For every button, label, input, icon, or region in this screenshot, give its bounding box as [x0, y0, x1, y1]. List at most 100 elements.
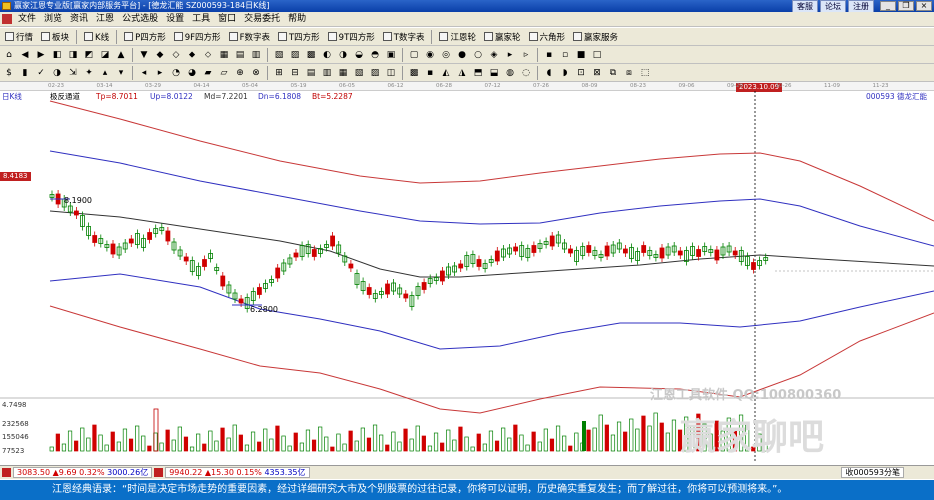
drawing-tool-icon[interactable]: ◪ [98, 48, 112, 62]
drawing-tool-icon[interactable]: ▹ [519, 48, 533, 62]
analysis-tool-icon[interactable]: ◔ [169, 66, 183, 80]
drawing-tool-icon[interactable]: ○ [471, 48, 485, 62]
minimize-button[interactable]: _ [880, 1, 896, 11]
toolbar-button[interactable]: 赢家服务 [570, 29, 621, 44]
drawing-tool-icon[interactable]: ◆ [153, 48, 167, 62]
drawing-tool-icon[interactable]: ▲ [114, 48, 128, 62]
drawing-tool-icon[interactable]: ▸ [503, 48, 517, 62]
drawing-tool-icon[interactable]: ◇ [169, 48, 183, 62]
analysis-tool-icon[interactable]: ◫ [384, 66, 398, 80]
menu-settings[interactable]: 设置 [162, 12, 188, 26]
analysis-tool-icon[interactable]: ⊞ [272, 66, 286, 80]
drawing-tool-icon[interactable]: ▫ [558, 48, 572, 62]
analysis-tool-icon[interactable]: ⇲ [66, 66, 80, 80]
analysis-tool-icon[interactable]: ⧈ [622, 66, 636, 80]
analysis-tool-icon[interactable]: ◗ [558, 66, 572, 80]
analysis-tool-icon[interactable]: ⊕ [233, 66, 247, 80]
analysis-tool-icon[interactable]: ⬚ [638, 66, 652, 80]
analysis-tool-icon[interactable]: ▱ [217, 66, 231, 80]
drawing-tool-icon[interactable]: ⬦ [201, 48, 215, 62]
analysis-tool-icon[interactable]: ▾ [114, 66, 128, 80]
analysis-tool-icon[interactable]: ◮ [455, 66, 469, 80]
analysis-tool-icon[interactable]: ▥ [320, 66, 334, 80]
drawing-tool-icon[interactable]: ◑ [336, 48, 350, 62]
sz-index-box[interactable]: 9940.22 ▲15.30 0.15% 4353.35亿 [165, 467, 310, 478]
drawing-tool-icon[interactable]: ▦ [217, 48, 231, 62]
drawing-tool-icon[interactable]: ▶ [34, 48, 48, 62]
drawing-tool-icon[interactable]: ◉ [423, 48, 437, 62]
toolbar-button[interactable]: 行情 [2, 29, 36, 44]
drawing-tool-icon[interactable]: ▪ [542, 48, 556, 62]
menu-help[interactable]: 帮助 [284, 12, 310, 26]
analysis-tool-icon[interactable]: ◂ [137, 66, 151, 80]
toolbar-button[interactable]: 赢家轮 [481, 29, 524, 44]
toolbar-button[interactable]: P四方形 [121, 29, 169, 44]
analysis-tool-icon[interactable]: ▤ [304, 66, 318, 80]
drawing-tool-icon[interactable]: ▥ [249, 48, 263, 62]
analysis-tool-icon[interactable]: ⬓ [487, 66, 501, 80]
drawing-tool-icon[interactable]: ◈ [487, 48, 501, 62]
toolbar-button[interactable]: T四方形 [275, 29, 323, 44]
analysis-tool-icon[interactable]: ⊗ [249, 66, 263, 80]
analysis-tool-icon[interactable]: ▰ [201, 66, 215, 80]
drawing-tool-icon[interactable]: □ [590, 48, 604, 62]
analysis-tool-icon[interactable]: ✦ [82, 66, 96, 80]
drawing-tool-icon[interactable]: ⬥ [185, 48, 199, 62]
menu-window[interactable]: 窗口 [214, 12, 240, 26]
analysis-tool-icon[interactable]: ⬒ [471, 66, 485, 80]
drawing-tool-icon[interactable]: ▢ [407, 48, 421, 62]
analysis-tool-icon[interactable]: ▧ [352, 66, 366, 80]
analysis-tool-icon[interactable]: ▨ [368, 66, 382, 80]
drawing-tool-icon[interactable]: ◀ [18, 48, 32, 62]
analysis-tool-icon[interactable]: ◭ [439, 66, 453, 80]
drawing-tool-icon[interactable]: ▨ [288, 48, 302, 62]
toolbar-button[interactable]: 江恩轮 [436, 29, 479, 44]
toolbar-button[interactable]: 9F四方形 [171, 29, 224, 44]
analysis-tool-icon[interactable]: ⊟ [288, 66, 302, 80]
drawing-tool-icon[interactable]: ◒ [352, 48, 366, 62]
analysis-tool-icon[interactable]: ⊠ [590, 66, 604, 80]
toolbar-button[interactable]: T数字表 [380, 29, 428, 44]
toolbar-button[interactable]: F数字表 [226, 29, 273, 44]
drawing-tool-icon[interactable]: ▣ [384, 48, 398, 62]
analysis-tool-icon[interactable]: ◕ [185, 66, 199, 80]
menu-formula[interactable]: 公式选股 [118, 12, 162, 26]
drawing-tool-icon[interactable]: ◓ [368, 48, 382, 62]
drawing-tool-icon[interactable]: ◐ [320, 48, 334, 62]
maximize-button[interactable]: ❐ [898, 1, 914, 11]
drawing-tool-icon[interactable]: ◨ [66, 48, 80, 62]
drawing-tool-icon[interactable]: ● [455, 48, 469, 62]
analysis-tool-icon[interactable]: ◖ [542, 66, 556, 80]
drawing-tool-icon[interactable]: ▩ [304, 48, 318, 62]
toolbar-button[interactable]: 9T四方形 [325, 29, 378, 44]
analysis-tool-icon[interactable]: ⊡ [574, 66, 588, 80]
drawing-tool-icon[interactable]: ⌂ [2, 48, 16, 62]
analysis-tool-icon[interactable]: ◌ [519, 66, 533, 80]
close-button[interactable]: × [916, 1, 932, 11]
analysis-tool-icon[interactable]: ▩ [407, 66, 421, 80]
drawing-tool-icon[interactable]: ◧ [50, 48, 64, 62]
toolbar-button[interactable]: 六角形 [526, 29, 569, 44]
drawing-tool-icon[interactable]: ▧ [272, 48, 286, 62]
drawing-tool-icon[interactable]: ◎ [439, 48, 453, 62]
app-menu-icon[interactable] [2, 14, 12, 24]
tick-detail-button[interactable]: 收000593分笔 [841, 467, 904, 478]
menu-trade[interactable]: 交易委托 [240, 12, 284, 26]
analysis-tool-icon[interactable]: $ [2, 66, 16, 80]
analysis-tool-icon[interactable]: ◑ [50, 66, 64, 80]
drawing-tool-icon[interactable]: ◩ [82, 48, 96, 62]
analysis-tool-icon[interactable]: ▴ [98, 66, 112, 80]
analysis-tool-icon[interactable]: ◍ [503, 66, 517, 80]
analysis-tool-icon[interactable]: ▸ [153, 66, 167, 80]
analysis-tool-icon[interactable]: ▪ [423, 66, 437, 80]
analysis-tool-icon[interactable]: ⧉ [606, 66, 620, 80]
toolbar-button[interactable]: K线 [81, 29, 112, 44]
analysis-tool-icon[interactable]: ✓ [34, 66, 48, 80]
menu-file[interactable]: 文件 [14, 12, 40, 26]
menu-tools[interactable]: 工具 [188, 12, 214, 26]
menu-gann[interactable]: 江恩 [92, 12, 118, 26]
drawing-tool-icon[interactable]: ■ [574, 48, 588, 62]
analysis-tool-icon[interactable]: ▮ [18, 66, 32, 80]
menu-news[interactable]: 资讯 [66, 12, 92, 26]
sh-index-box[interactable]: 3083.50 ▲9.69 0.32% 3000.26亿 [13, 467, 153, 478]
